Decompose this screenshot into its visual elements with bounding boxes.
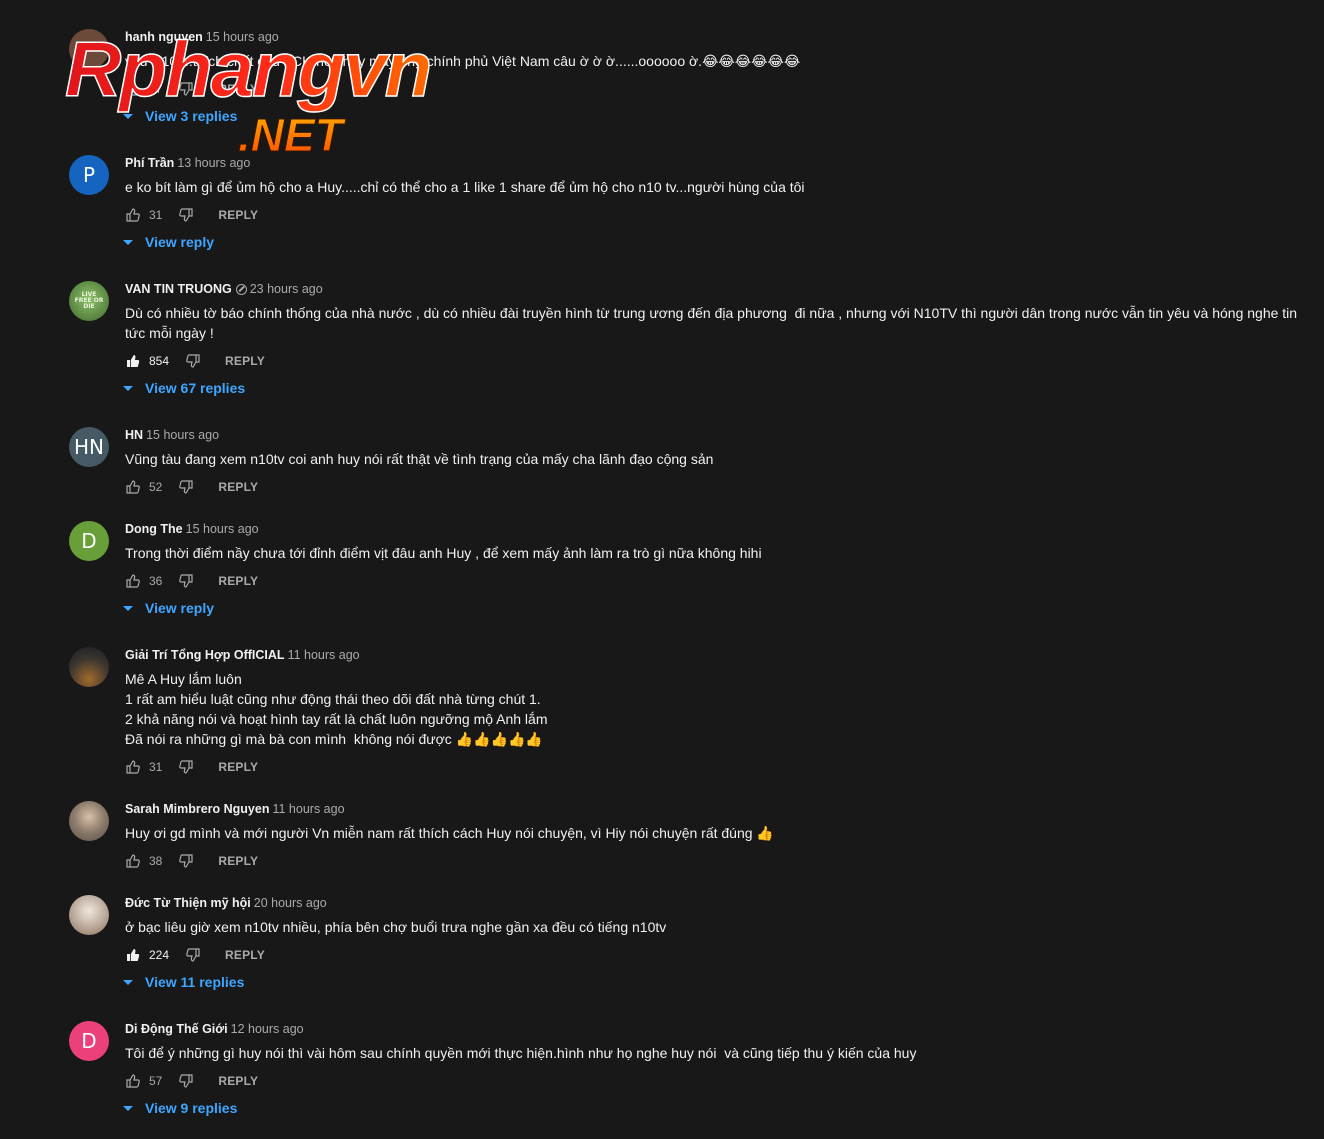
caret-down-icon [123, 1105, 133, 1111]
view-replies-button[interactable]: View 11 replies [123, 973, 1309, 991]
avatar[interactable]: D [69, 1021, 109, 1061]
comment-time[interactable]: 11 hours ago [272, 802, 344, 816]
dislike-icon[interactable] [178, 853, 194, 869]
comment-text: Tôi để ý những gì huy nói thì vài hôm sa… [125, 1045, 917, 1061]
comment-text: Trong thời điểm nầy chưa tới đỉnh điểm v… [125, 545, 762, 561]
comment-author[interactable]: Phí Trần [125, 156, 174, 170]
like-icon[interactable] [125, 479, 141, 495]
comment-time[interactable]: 15 hours ago [186, 522, 259, 536]
reply-button[interactable]: REPLY [225, 948, 265, 962]
reply-button[interactable]: REPLY [218, 854, 258, 868]
comment-text: yeu N10 ...thích chất câu TCH nói thay m… [125, 53, 801, 69]
comment-author[interactable]: VAN TIN TRUONG [125, 282, 232, 296]
comment-text: Dù có nhiều tờ báo chính thống của nhà n… [125, 305, 1301, 341]
like-count: 57 [149, 1074, 163, 1088]
avatar[interactable]: HN [69, 427, 109, 467]
comment-time[interactable]: 15 hours ago [206, 30, 279, 44]
like-icon[interactable] [125, 853, 141, 869]
like-count: 36 [149, 574, 163, 588]
dislike-icon[interactable] [178, 81, 194, 97]
comment-text: e ko bít làm gì để ủm hộ cho a Huy.....c… [125, 179, 805, 195]
like-count: 31 [149, 208, 163, 222]
reply-button[interactable]: REPLY [218, 760, 258, 774]
comment-text: Vũng tàu đang xem n10tv coi anh huy nói … [125, 451, 714, 467]
caret-down-icon [123, 113, 133, 119]
view-replies-label: View reply [145, 600, 215, 616]
like-count: 854 [149, 354, 170, 368]
avatar[interactable] [69, 895, 109, 935]
avatar[interactable]: D [69, 521, 109, 561]
like-icon[interactable] [125, 759, 141, 775]
like-count: 57 [149, 82, 163, 96]
comment-author[interactable]: Dong The [125, 522, 183, 536]
view-replies-label: View 3 replies [145, 108, 238, 124]
dislike-icon[interactable] [178, 573, 194, 589]
like-icon[interactable] [125, 1073, 141, 1089]
comment-author[interactable]: Di Động Thế Giới [125, 1022, 228, 1036]
comment-text: Huy ơi gd mình và mới người Vn miễn nam … [125, 825, 774, 841]
like-count: 224 [149, 948, 170, 962]
reply-button[interactable]: REPLY [218, 480, 258, 494]
verified-badge-icon [235, 284, 247, 295]
comment-author[interactable]: Giải Trí Tổng Hợp OffICIAL [125, 648, 285, 662]
reply-button[interactable]: REPLY [218, 1074, 258, 1088]
avatar-letter: LIVE FREE OR DIE [74, 291, 104, 310]
like-icon-filled[interactable] [125, 947, 141, 963]
caret-down-icon [123, 605, 133, 611]
like-count: 31 [149, 760, 163, 774]
dislike-icon[interactable] [185, 353, 201, 369]
view-replies-label: View 9 replies [145, 1100, 238, 1116]
view-replies-label: View 67 replies [145, 380, 246, 396]
dislike-icon[interactable] [178, 1073, 194, 1089]
comment-time[interactable]: 12 hours ago [231, 1022, 304, 1036]
reply-button[interactable]: REPLY [218, 82, 258, 96]
avatar-letter: D [81, 1029, 97, 1053]
view-replies-button[interactable]: View reply [123, 233, 1309, 251]
like-icon[interactable] [125, 81, 141, 97]
reply-button[interactable]: REPLY [218, 574, 258, 588]
dislike-icon[interactable] [178, 207, 194, 223]
dislike-icon[interactable] [185, 947, 201, 963]
comment-author[interactable]: Sarah Mimbrero Nguyen [125, 802, 269, 816]
view-replies-button[interactable]: View 3 replies [123, 107, 1309, 125]
view-replies-label: View reply [145, 234, 215, 250]
avatar-letter: HN [74, 435, 104, 459]
like-count: 52 [149, 480, 163, 494]
comment-author[interactable]: hanh nguyen [125, 30, 203, 44]
comment-author[interactable]: HN [125, 428, 143, 442]
comment-time[interactable]: 23 hours ago [250, 282, 323, 296]
view-replies-button[interactable]: View reply [123, 599, 1309, 617]
comment-time[interactable]: 11 hours ago [288, 648, 360, 662]
like-count: 38 [149, 854, 163, 868]
dislike-icon[interactable] [178, 479, 194, 495]
avatar-letter: D [81, 529, 97, 553]
caret-down-icon [123, 979, 133, 985]
comment-text: ở bạc liêu giờ xem n10tv nhiều, phía bên… [125, 919, 667, 935]
reply-button[interactable]: REPLY [225, 354, 265, 368]
caret-down-icon [123, 239, 133, 245]
avatar[interactable]: P [69, 155, 109, 195]
like-icon[interactable] [125, 207, 141, 223]
avatar-letter: P [82, 163, 96, 187]
avatar[interactable]: LIVE FREE OR DIE [69, 281, 109, 321]
comment-time[interactable]: 15 hours ago [146, 428, 219, 442]
comment-author[interactable]: Đức Từ Thiện mỹ hội [125, 896, 251, 910]
avatar[interactable] [69, 29, 109, 69]
reply-button[interactable]: REPLY [218, 208, 258, 222]
caret-down-icon [123, 385, 133, 391]
dislike-icon[interactable] [178, 759, 194, 775]
like-icon-filled[interactable] [125, 353, 141, 369]
view-replies-label: View 11 replies [145, 974, 245, 990]
comment-time[interactable]: 13 hours ago [177, 156, 250, 170]
view-replies-button[interactable]: View 9 replies [123, 1099, 1309, 1117]
comment-text: Mê A Huy lắm luôn 1 rất am hiểu luật cũn… [125, 671, 548, 747]
like-icon[interactable] [125, 573, 141, 589]
comment-time[interactable]: 20 hours ago [254, 896, 327, 910]
view-replies-button[interactable]: View 67 replies [123, 379, 1309, 397]
avatar[interactable] [69, 801, 109, 841]
avatar[interactable] [69, 647, 109, 687]
